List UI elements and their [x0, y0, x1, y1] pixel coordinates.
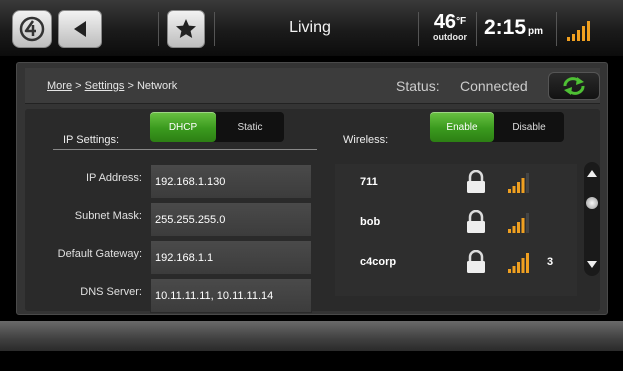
refresh-button[interactable]: [548, 72, 600, 100]
star-icon: [176, 19, 196, 38]
wireless-label: Wireless:: [343, 134, 389, 146]
ip-mode-toggle: DHCP Static: [150, 112, 284, 142]
separator: [214, 12, 215, 46]
separator: [476, 12, 477, 46]
wireless-network-list: 711 bob c4corp 3: [335, 164, 577, 296]
time-value: 2:15: [484, 16, 527, 39]
outdoor-temperature: 46°F outdoor: [428, 12, 472, 42]
time-ampm: pm: [528, 26, 544, 37]
clock: 2:15 pm: [484, 16, 543, 40]
separator: [556, 12, 557, 46]
breadcrumb-more-link[interactable]: More: [47, 80, 72, 92]
settings-area: IP Settings: DHCP Static IP Address: Sub…: [25, 109, 600, 313]
breadcrumb-bar: More > Settings > Network Status: Connec…: [25, 68, 600, 104]
lock-icon: [467, 210, 485, 233]
breadcrumb-current: Network: [136, 80, 178, 92]
temperature-value: 46: [433, 11, 457, 33]
dns-server-label: DNS Server:: [80, 286, 142, 298]
subnet-mask-label: Subnet Mask:: [74, 210, 142, 222]
signal-strength-icon: [508, 213, 529, 233]
divider: [53, 149, 317, 150]
home-logo-button[interactable]: [12, 10, 52, 48]
static-option[interactable]: Static: [216, 112, 284, 142]
signal-strength-icon: [508, 173, 529, 193]
status-value: Connected: [460, 78, 528, 94]
lock-icon: [467, 170, 485, 193]
ip-settings-label: IP Settings:: [63, 134, 120, 146]
room-name[interactable]: Living: [260, 19, 360, 37]
subnet-mask-field[interactable]: [150, 202, 312, 237]
network-settings-panel: More > Settings > Network Status: Connec…: [16, 62, 608, 315]
dhcp-option[interactable]: DHCP: [150, 112, 216, 142]
favorites-button[interactable]: [167, 10, 205, 48]
network-row[interactable]: bob: [335, 204, 577, 240]
ip-address-label: IP Address:: [85, 172, 142, 184]
status-label: Status:: [396, 78, 440, 94]
wireless-toggle: Enable Disable: [430, 112, 564, 142]
signal-strength-icon: [508, 253, 529, 273]
breadcrumb-separator: >: [127, 80, 134, 92]
separator: [158, 12, 159, 46]
back-arrow-icon: [74, 21, 86, 37]
breadcrumb-settings-link[interactable]: Settings: [85, 80, 125, 92]
default-gateway-field[interactable]: [150, 240, 312, 275]
refresh-icon: [563, 77, 585, 95]
dns-server-field[interactable]: [150, 278, 312, 313]
c4-logo-icon: [19, 16, 45, 42]
back-button[interactable]: [58, 10, 102, 48]
enable-option[interactable]: Enable: [430, 112, 494, 142]
network-name: bob: [360, 216, 381, 228]
network-list-scrollbar[interactable]: [584, 162, 600, 276]
breadcrumb: More > Settings > Network: [47, 80, 177, 92]
separator: [418, 12, 419, 46]
weather-label: outdoor: [433, 32, 467, 42]
ip-address-field[interactable]: [150, 164, 312, 199]
breadcrumb-separator: >: [75, 80, 82, 92]
signal-strength-icon: [567, 21, 590, 41]
network-name: c4corp: [360, 256, 397, 268]
lock-icon: [467, 250, 485, 273]
scroll-thumb[interactable]: [586, 197, 598, 209]
top-bar: Living 46°F outdoor 2:15 pm: [0, 0, 623, 56]
scroll-up-arrow-icon[interactable]: [587, 170, 597, 177]
default-gateway-label: Default Gateway:: [57, 248, 142, 260]
network-name: 711: [360, 176, 378, 188]
bottom-bar: [0, 321, 623, 351]
network-channel: 3: [547, 256, 554, 268]
temperature-unit: °F: [456, 16, 467, 27]
disable-option[interactable]: Disable: [494, 112, 564, 142]
network-row[interactable]: c4corp 3: [335, 244, 577, 280]
network-row[interactable]: 711: [335, 164, 577, 200]
scroll-down-arrow-icon[interactable]: [587, 261, 597, 268]
